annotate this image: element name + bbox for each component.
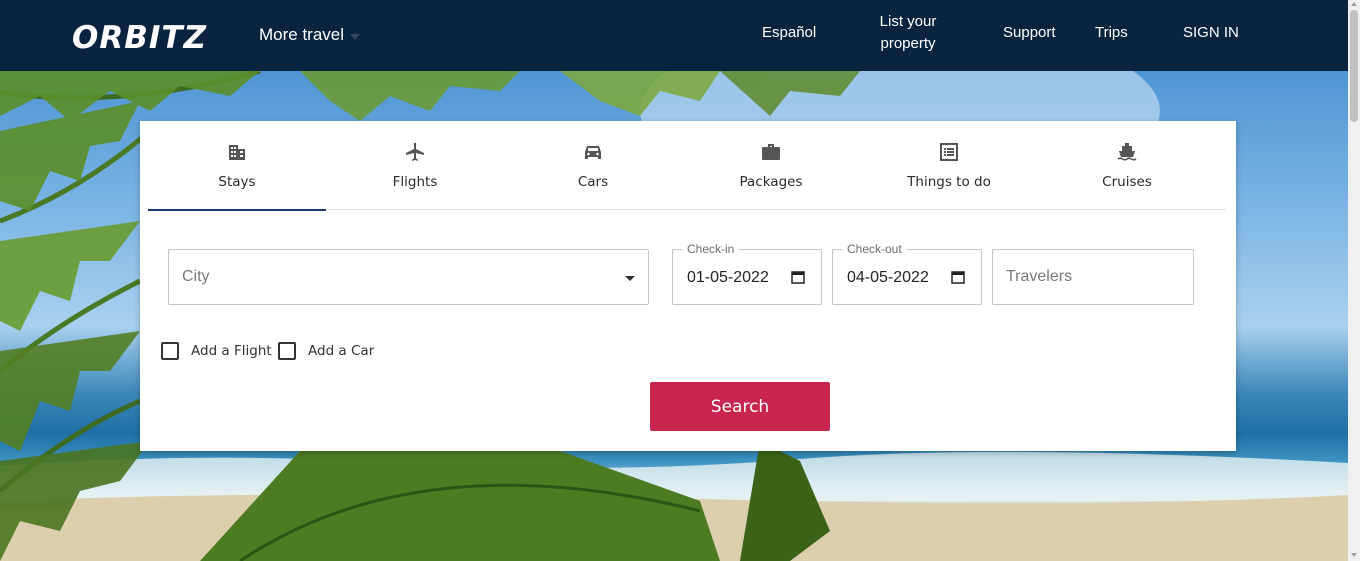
checkbox-box[interactable] <box>161 342 179 360</box>
nav-espanol[interactable]: Español <box>762 22 816 44</box>
tab-label: Cruises <box>1102 174 1152 190</box>
plane-icon <box>406 143 424 161</box>
tab-label: Packages <box>739 174 803 190</box>
orbitz-logo[interactable]: ORBITZ <box>70 17 236 57</box>
tab-flights[interactable]: Flights <box>326 121 504 210</box>
tab-label: Flights <box>392 174 438 190</box>
tab-label: Stays <box>218 174 256 190</box>
suitcase-icon <box>762 144 780 160</box>
city-placeholder: City <box>182 268 210 285</box>
scroll-down-icon[interactable] <box>1351 553 1357 557</box>
travelers-field[interactable]: Travelers <box>992 249 1194 305</box>
building-icon <box>229 145 245 160</box>
ship-icon <box>1117 143 1137 161</box>
tab-cars[interactable]: Cars <box>504 121 682 210</box>
add-flight-checkbox[interactable]: Add a Flight <box>161 342 272 360</box>
add-flight-label: Add a Flight <box>191 343 272 359</box>
scroll-up-icon[interactable] <box>1351 2 1357 6</box>
checkin-label: Check-in <box>682 242 740 256</box>
city-select[interactable]: City <box>168 249 649 305</box>
search-form-card: Stays Flights Cars Packages Things to do… <box>140 121 1236 451</box>
logo-text: ORBITZ <box>72 20 207 56</box>
nav-trips[interactable]: Trips <box>1095 22 1128 44</box>
search-tabs: Stays Flights Cars Packages Things to do… <box>148 121 1226 211</box>
tab-stays[interactable]: Stays <box>148 121 326 211</box>
tab-label: Cars <box>577 174 609 190</box>
tab-cruises[interactable]: Cruises <box>1038 121 1216 210</box>
nav-list-your-property[interactable]: List your property <box>872 11 944 55</box>
checkin-value: 01-05-2022 <box>687 269 769 286</box>
add-car-checkbox[interactable]: Add a Car <box>278 342 374 360</box>
checkout-value: 04-05-2022 <box>847 269 929 286</box>
dropdown-arrow-icon <box>625 276 635 281</box>
tab-things-to-do[interactable]: Things to do <box>860 121 1038 210</box>
sign-in-link[interactable]: SIGN IN <box>1183 22 1239 44</box>
more-travel-menu[interactable]: More travel <box>259 25 361 45</box>
checkout-label: Check-out <box>842 242 907 256</box>
list-icon <box>940 143 958 161</box>
checkbox-box[interactable] <box>278 342 296 360</box>
calendar-icon[interactable] <box>951 270 965 284</box>
checkin-date-field[interactable]: Check-in 01-05-2022 <box>672 242 822 305</box>
car-icon <box>585 146 601 159</box>
nav-support[interactable]: Support <box>1003 22 1056 44</box>
top-header: ORBITZ More travel Español List your pro… <box>0 0 1348 71</box>
tab-label: Things to do <box>907 174 991 190</box>
tab-packages[interactable]: Packages <box>682 121 860 210</box>
scrollbar-thumb[interactable] <box>1350 10 1358 122</box>
travelers-placeholder: Travelers <box>1006 268 1073 285</box>
search-button[interactable]: Search <box>650 382 830 431</box>
calendar-icon[interactable] <box>791 270 805 284</box>
add-car-label: Add a Car <box>308 343 375 359</box>
chevron-down-icon <box>350 33 361 40</box>
checkout-date-field[interactable]: Check-out 04-05-2022 <box>832 242 982 305</box>
page-scrollbar[interactable] <box>1348 0 1360 561</box>
more-travel-label: More travel <box>259 25 345 44</box>
